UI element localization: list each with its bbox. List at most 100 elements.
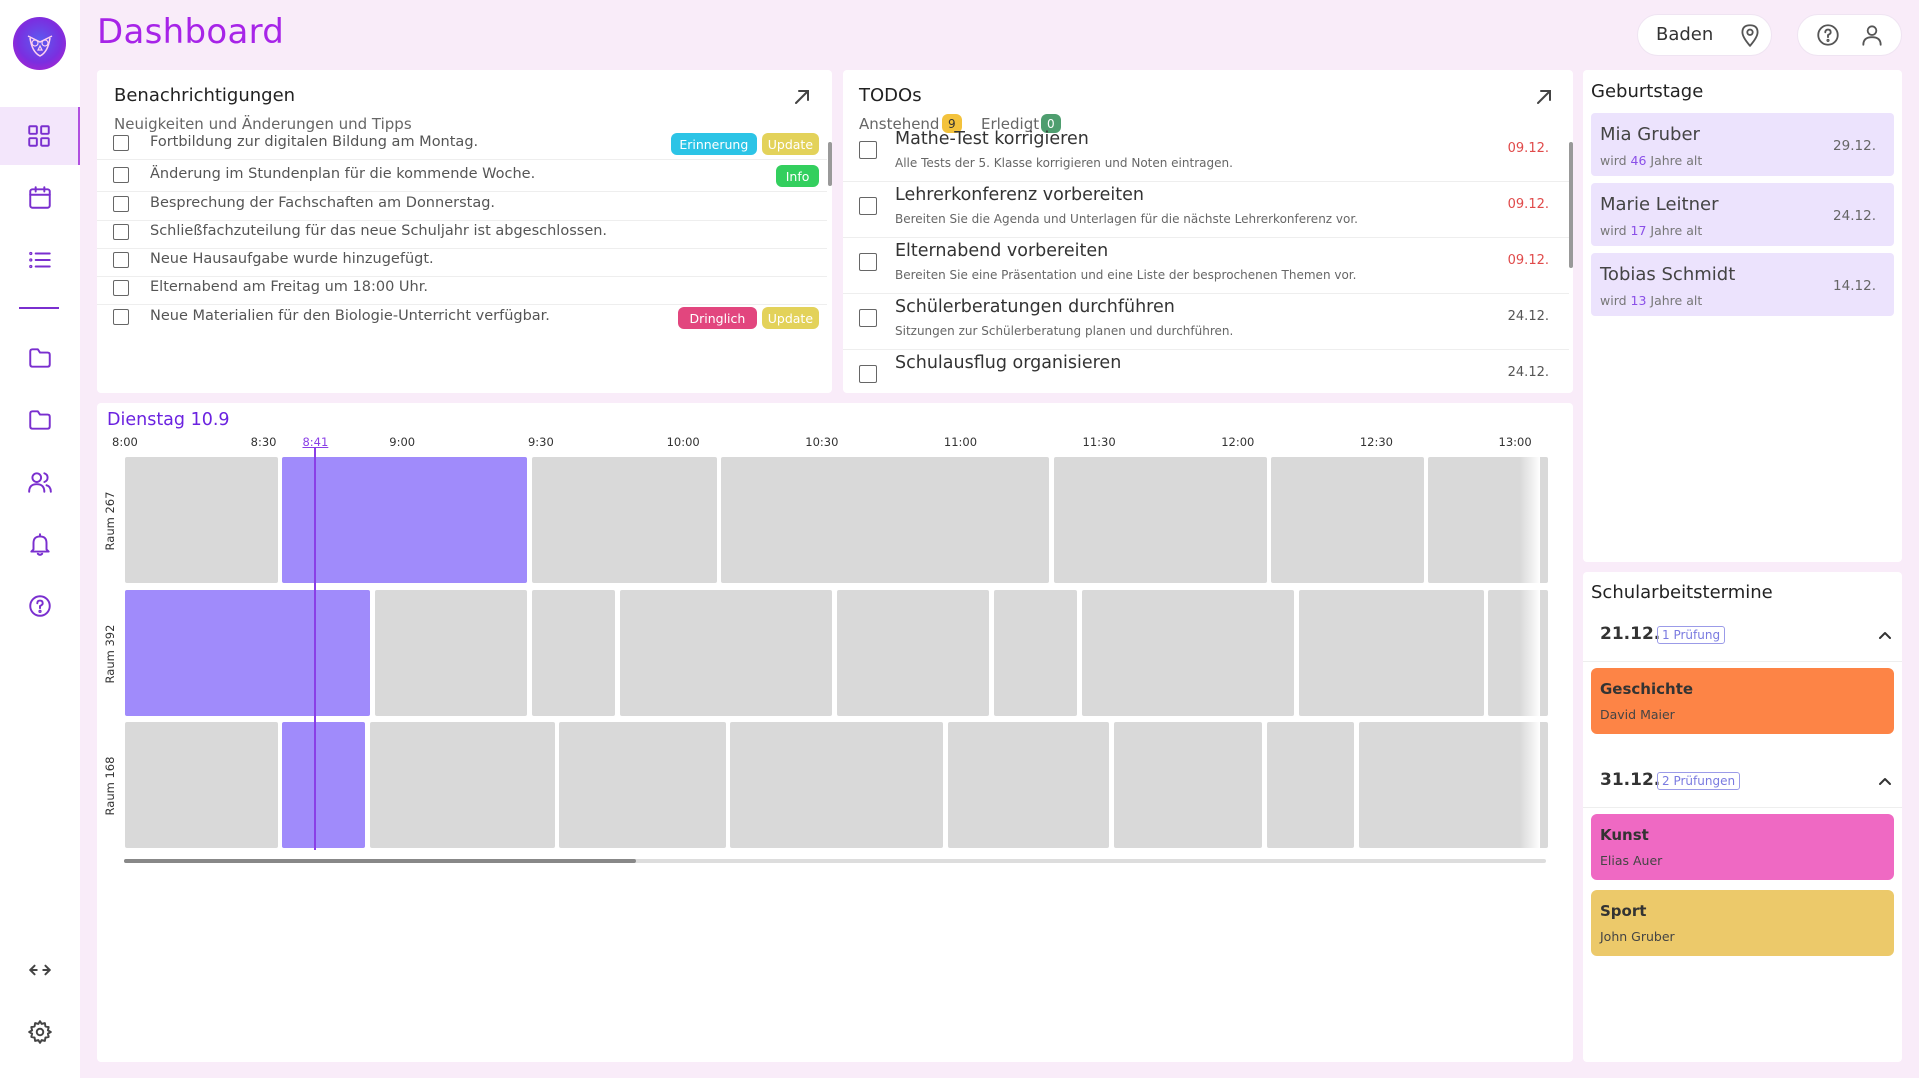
- todo-item[interactable]: Mathe-Test korrigieren Alle Tests der 5. …: [843, 128, 1569, 184]
- lesson-block[interactable]: [282, 457, 528, 583]
- lesson-block[interactable]: [1114, 722, 1262, 848]
- app-logo[interactable]: [13, 17, 66, 70]
- notification-checkbox[interactable]: [113, 224, 129, 240]
- lesson-block[interactable]: [125, 590, 370, 716]
- notification-badge: Dringlich: [678, 307, 757, 329]
- exam-group-divider: [1583, 661, 1902, 662]
- notification-checkbox[interactable]: [113, 252, 129, 268]
- notifications-scrollbar[interactable]: [828, 142, 832, 186]
- current-time-line: [314, 447, 317, 850]
- todo-checkbox[interactable]: [859, 197, 877, 215]
- lesson-block[interactable]: [1081, 590, 1295, 716]
- exams-title: Schularbeitstermine: [1591, 582, 1773, 603]
- owl-logo-icon: [27, 34, 52, 57]
- notification-text: Schließfachzuteilung für das neue Schulj…: [150, 223, 608, 239]
- todo-item[interactable]: Schulausflug organisieren 24.12.: [843, 352, 1569, 393]
- todo-description: Alle Tests der 5. Klasse korrigieren und…: [895, 156, 1233, 170]
- lesson-block[interactable]: [1298, 590, 1484, 716]
- lesson-block[interactable]: [1271, 457, 1424, 583]
- nav-folder-1[interactable]: [0, 329, 80, 387]
- todo-due-date: 24.12.: [1507, 365, 1549, 380]
- lesson-block[interactable]: [374, 590, 528, 716]
- time-tick-label: 12:00: [1221, 435, 1255, 449]
- notifications-title: Benachrichtigungen: [114, 85, 296, 106]
- notification-item[interactable]: Neue Hausaufgabe wurde hinzugefügt.: [97, 247, 827, 275]
- nav-help[interactable]: [0, 577, 80, 635]
- expand-arrow-icon[interactable]: [1534, 87, 1554, 107]
- notification-item[interactable]: Fortbildung zur digitalen Bildung am Mon…: [97, 130, 827, 158]
- todo-item[interactable]: Schülerberatungen durchführen Sitzungen z…: [843, 296, 1569, 352]
- notification-checkbox[interactable]: [113, 196, 129, 212]
- lesson-block[interactable]: [282, 722, 366, 848]
- todo-due-date: 09.12.: [1507, 141, 1549, 156]
- lesson-block[interactable]: [619, 590, 833, 716]
- notification-item[interactable]: Neue Materialien für den Biologie-Unterr…: [97, 304, 827, 332]
- nav-calendar[interactable]: [0, 169, 80, 227]
- lesson-block[interactable]: [1053, 457, 1267, 583]
- lesson-block[interactable]: [125, 722, 278, 848]
- folder-icon: [29, 348, 51, 368]
- nav-folder-2[interactable]: [0, 391, 80, 449]
- list-icon: [29, 251, 51, 269]
- lesson-block[interactable]: [1266, 722, 1355, 848]
- schedule-scrollbar-track[interactable]: [124, 859, 1546, 863]
- birthday-name: Mia Gruber: [1600, 124, 1700, 145]
- todo-item[interactable]: Elternabend vorbereiten Bereiten Sie eine…: [843, 240, 1569, 296]
- notification-checkbox[interactable]: [113, 280, 129, 296]
- birthdays-title: Geburtstage: [1591, 81, 1704, 102]
- birthday-item[interactable]: Marie Leitner wird 17 Jahre alt 24.12.: [1591, 183, 1894, 246]
- location-label: Baden: [1656, 24, 1714, 45]
- schedule-scrollbar-thumb[interactable]: [124, 859, 636, 863]
- user-icon[interactable]: [1859, 22, 1885, 52]
- notification-item[interactable]: Schließfachzuteilung für das neue Schulj…: [97, 219, 827, 247]
- nav-list[interactable]: [0, 231, 80, 289]
- lesson-block[interactable]: [531, 457, 717, 583]
- notifications-card: Benachrichtigungen Neuigkeiten und Änder…: [97, 70, 832, 393]
- nav-dashboard[interactable]: [0, 107, 80, 165]
- birthday-item[interactable]: Mia Gruber wird 46 Jahre alt 29.12.: [1591, 113, 1894, 176]
- nav-users[interactable]: [0, 453, 80, 511]
- notification-item[interactable]: Besprechung der Fachschaften am Donnerst…: [97, 191, 827, 219]
- room-label: Raum 267: [103, 491, 117, 551]
- expand-arrow-icon[interactable]: [792, 87, 812, 107]
- lesson-block[interactable]: [125, 457, 278, 583]
- help-icon[interactable]: [1815, 22, 1841, 52]
- notification-item[interactable]: Elternabend am Freitag um 18:00 Uhr.: [97, 275, 827, 303]
- notification-checkbox[interactable]: [113, 309, 129, 325]
- birthday-item[interactable]: Tobias Schmidt wird 13 Jahre alt 14.12.: [1591, 253, 1894, 316]
- lesson-block[interactable]: [721, 457, 1050, 583]
- time-tick-label: 11:00: [943, 435, 978, 449]
- todos-scrollbar[interactable]: [1569, 142, 1573, 268]
- lesson-block[interactable]: [730, 722, 944, 848]
- chevron-up-icon[interactable]: [1877, 774, 1893, 790]
- notification-checkbox[interactable]: [113, 167, 129, 183]
- birthday-age: wird 13 Jahre alt: [1600, 293, 1703, 308]
- time-tick-label: 8:00: [112, 435, 138, 449]
- lesson-block[interactable]: [836, 590, 990, 716]
- birthday-age-number: 13: [1630, 293, 1647, 308]
- todo-checkbox[interactable]: [859, 253, 877, 271]
- nav-settings[interactable]: [0, 1003, 80, 1061]
- todo-checkbox[interactable]: [859, 365, 877, 383]
- lesson-block[interactable]: [993, 590, 1078, 716]
- todo-checkbox[interactable]: [859, 141, 877, 159]
- lesson-block[interactable]: [559, 722, 726, 848]
- exam-item[interactable]: Geschichte David Maier: [1591, 668, 1894, 734]
- lesson-block[interactable]: [531, 590, 615, 716]
- notification-item[interactable]: Änderung im Stundenplan für die kommende…: [97, 162, 827, 190]
- lesson-block[interactable]: [369, 722, 555, 848]
- todo-checkbox[interactable]: [859, 309, 877, 327]
- notification-checkbox[interactable]: [113, 135, 129, 151]
- lesson-block[interactable]: [947, 722, 1110, 848]
- notification-text: Besprechung der Fachschaften am Donnerst…: [150, 195, 496, 211]
- notification-badge: Erinnerung: [670, 133, 757, 155]
- exam-group-count: 2 Prüfungen: [1657, 772, 1741, 790]
- exam-item[interactable]: Kunst Elias Auer: [1591, 814, 1894, 880]
- location-selector[interactable]: Baden: [1637, 14, 1772, 56]
- todo-item[interactable]: Lehrerkonferenz vorbereiten Bereiten Sie …: [843, 184, 1569, 240]
- nav-resize[interactable]: [0, 941, 80, 999]
- exam-item[interactable]: Sport John Gruber: [1591, 890, 1894, 956]
- birthday-name: Marie Leitner: [1600, 194, 1719, 215]
- chevron-up-icon[interactable]: [1877, 628, 1893, 644]
- nav-notifications[interactable]: [0, 515, 80, 573]
